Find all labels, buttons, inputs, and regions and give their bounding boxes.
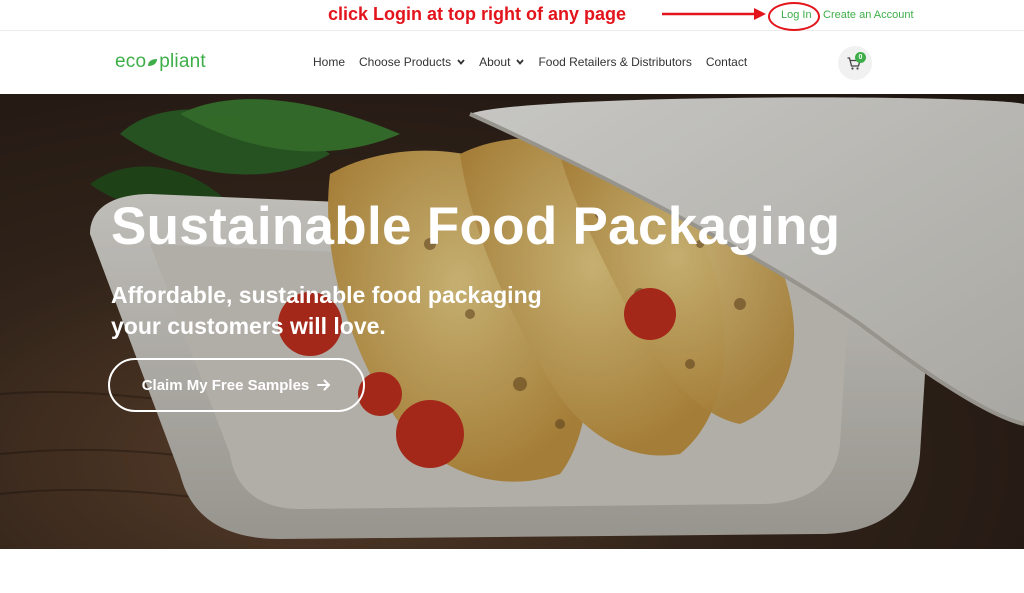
nav-item-home[interactable]: Home [313,55,345,69]
hero-subtitle-line-1: Affordable, sustainable food packaging [111,282,542,308]
nav-item-label: Food Retailers & Distributors [538,55,692,69]
chevron-down-icon [457,59,465,65]
create-account-link[interactable]: Create an Account [823,9,914,21]
nav-item-contact[interactable]: Contact [706,55,747,69]
nav-item-label: Choose Products [359,55,452,69]
leaf-icon [147,51,158,73]
nav-item-label: Home [313,55,346,69]
nav-item-food-retailers[interactable]: Food Retailers & Distributors [538,55,691,69]
cart-button[interactable]: 0 [838,46,872,80]
claim-free-samples-button[interactable]: Claim My Free Samples [108,358,365,412]
cart-count-badge: 0 [855,52,866,63]
site-header: eco pliant Home Choose Products About Foo… [0,31,1024,94]
login-link[interactable]: Log In [781,9,812,21]
site-logo[interactable]: eco pliant [115,51,206,73]
logo-text-right: pliant [159,51,206,73]
nav-item-about[interactable]: About [479,55,525,69]
annotation-callout: click Login at top right of any page [328,4,627,24]
hero-banner: Sustainable Food Packaging Affordable, s… [0,94,1024,549]
nav-item-choose-products[interactable]: Choose Products [359,55,465,69]
page-content-area [0,549,1024,593]
nav-item-label: Contact [705,55,748,69]
top-utility-bar: click Login at top right of any page Log… [0,0,1024,31]
arrow-right-icon [317,379,331,391]
annotation-arrow-icon [662,8,766,20]
cta-label: Claim My Free Samples [141,376,310,394]
logo-text-left: eco [115,51,147,73]
chevron-down-icon [516,59,525,65]
hero-title: Sustainable Food Packaging [111,197,841,256]
main-nav: Home Choose Products About Food Retailer… [313,55,761,69]
hero-subtitle: Affordable, sustainable food packaging y… [111,280,631,342]
nav-item-label: About [479,55,511,69]
hero-subtitle-line-2: your customers will love. [111,313,386,339]
